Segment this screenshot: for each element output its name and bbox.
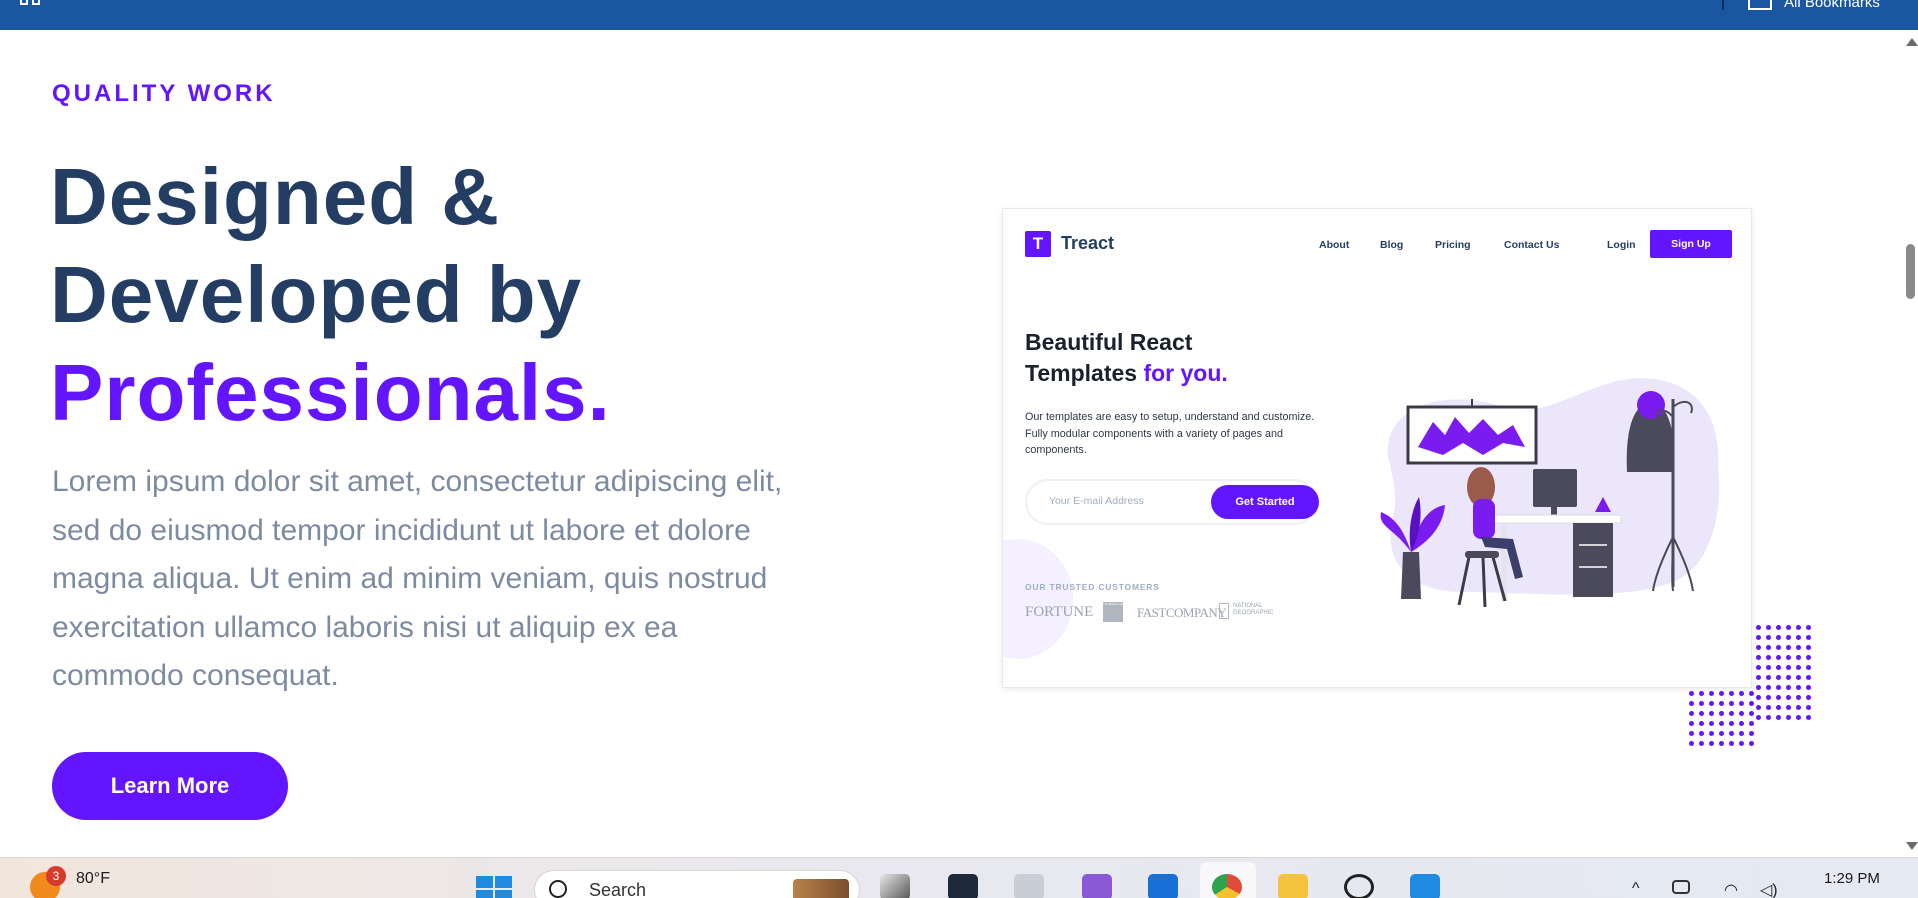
folder-icon[interactable] [1278, 874, 1308, 898]
brand-name[interactable]: Treact [1061, 233, 1114, 254]
bookmarks-separator [1722, 0, 1724, 10]
nav-link-contact[interactable]: Contact Us [1504, 239, 1559, 251]
bookmarks-folder-icon[interactable] [1748, 0, 1772, 10]
chatgpt-icon[interactable] [1344, 874, 1374, 898]
login-link[interactable]: Login [1607, 239, 1636, 251]
desk-illustration [1380, 378, 1720, 608]
headline-line-2: Developed by [50, 250, 583, 339]
fastcompany-logo: FASTCOMPANY [1137, 605, 1227, 620]
nav-link-about[interactable]: About [1319, 239, 1349, 251]
preview-title-accent: for you. [1143, 360, 1228, 386]
taskbar-clock[interactable]: 1:29 PM [1824, 870, 1880, 887]
browser-bookmarks-bar: All Bookmarks [0, 0, 1918, 30]
weather-temperature[interactable]: 80°F [76, 870, 110, 888]
nav-link-blog[interactable]: Blog [1380, 239, 1403, 251]
preview-title-line-2: Templates [1025, 360, 1138, 386]
page-scrollbar[interactable] [1902, 30, 1918, 857]
all-bookmarks-link[interactable]: All Bookmarks [1784, 0, 1880, 11]
visual-studio-icon[interactable] [1082, 874, 1112, 898]
dev-tools-icon[interactable] [1014, 874, 1044, 898]
monitor [1533, 469, 1577, 507]
email-placeholder: Your E-mail Address [1049, 495, 1144, 507]
weather-notification-badge: 3 [46, 866, 66, 886]
email-field[interactable]: Your E-mail Address Get Started [1025, 479, 1319, 525]
template-preview-card: T Treact About Blog Pricing Contact Us L… [1002, 208, 1752, 688]
headline-accent: Professionals. [50, 348, 611, 437]
vscode-icon[interactable] [1410, 874, 1440, 898]
outlook-icon[interactable] [1148, 874, 1178, 898]
wifi-icon[interactable]: ◠ [1724, 880, 1738, 898]
terminal-icon[interactable] [948, 874, 978, 898]
preview-description: Our templates are easy to setup, underst… [1025, 411, 1315, 456]
onedrive-icon[interactable] [1672, 880, 1690, 894]
page-content: QUALITY WORK Designed & Developed by Pro… [0, 30, 1902, 857]
decorative-dots-upper [1753, 622, 1813, 722]
windows-start-icon[interactable] [476, 876, 512, 898]
chevron-up-icon[interactable]: ^ [1632, 880, 1640, 898]
sign-up-button[interactable]: Sign Up [1650, 230, 1732, 258]
taskbar-search-box[interactable]: Search [534, 870, 860, 898]
person-torso [1473, 499, 1495, 539]
natgeo-logo: NATIONAL GEOGRAPHIC [1233, 603, 1274, 616]
windows-taskbar: 3 80°F Search ^ ◠ ◁) 1:29 PM [0, 857, 1918, 898]
plant-pot [1401, 552, 1421, 599]
hero-description: Lorem ipsum dolor sit amet, consectetur … [52, 465, 783, 692]
fortune-logo: FORTUNE [1025, 604, 1094, 620]
file-explorer-icon[interactable] [880, 874, 910, 898]
trusted-customers-label: OUR TRUSTED CUSTOMERS [1025, 582, 1160, 592]
hero-headline: Designed & Developed by Professionals. [50, 148, 850, 442]
taskbar-search-label: Search [589, 880, 647, 898]
decorative-blob [1003, 539, 1073, 659]
desk-drawers [1573, 523, 1613, 597]
natgeo-frame-icon [1219, 603, 1229, 619]
get-started-button[interactable]: Get Started [1211, 485, 1319, 519]
scroll-up-arrow-icon[interactable] [1906, 38, 1918, 46]
apps-grid-icon[interactable] [20, 0, 42, 12]
headline-line-1: Designed & [50, 152, 501, 241]
scrollbar-thumb[interactable] [1906, 244, 1915, 299]
preview-title-line-1: Beautiful React [1025, 329, 1193, 355]
treact-logo-icon[interactable]: T [1025, 231, 1051, 257]
chrome-icon[interactable] [1212, 874, 1242, 898]
boston-globe-logo: The Boston Globe [1103, 602, 1123, 622]
volume-icon[interactable]: ◁) [1760, 880, 1778, 898]
scroll-down-arrow-icon[interactable] [1906, 842, 1918, 850]
section-eyebrow: QUALITY WORK [52, 80, 276, 107]
search-icon [549, 880, 567, 898]
nav-link-pricing[interactable]: Pricing [1435, 239, 1471, 251]
preview-title: Beautiful React Templates for you. [1025, 327, 1228, 389]
search-highlight-image [793, 879, 849, 898]
learn-more-button[interactable]: Learn More [52, 752, 288, 820]
decorative-dots-lower [1686, 688, 1756, 748]
